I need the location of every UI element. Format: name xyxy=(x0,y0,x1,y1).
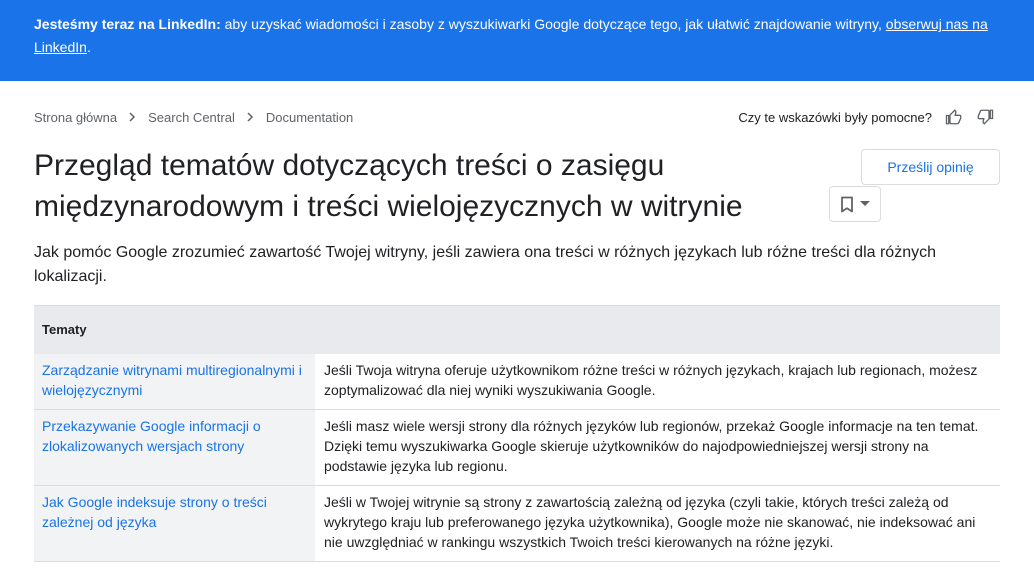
helpful-feedback: Czy te wskazówki były pomocne? xyxy=(738,106,994,128)
topic-description: Jeśli Twoja witryna oferuje użytkownikom… xyxy=(315,353,1000,410)
page-intro: Jak pomóc Google zrozumieć zawartość Two… xyxy=(34,244,936,285)
banner-end: . xyxy=(86,39,91,55)
thumb-up-icon[interactable] xyxy=(945,108,963,126)
breadcrumb-home[interactable]: Strona główna xyxy=(34,110,117,125)
breadcrumb-search-central[interactable]: Search Central xyxy=(148,110,235,125)
table-row: Zarządzanie witrynami multiregionalnymi … xyxy=(34,353,1000,410)
table-header: Tematy xyxy=(34,305,1000,354)
thumb-down-icon[interactable] xyxy=(976,108,994,126)
banner-text: aby uzyskać wiadomości i zasoby z wyszuk… xyxy=(220,16,886,32)
announcement-banner: Jesteśmy teraz na LinkedIn: aby uzyskać … xyxy=(0,0,1034,81)
topic-link[interactable]: Jak Google indeksuje strony o treści zal… xyxy=(42,494,267,530)
breadcrumb-documentation[interactable]: Documentation xyxy=(266,110,353,125)
helpful-question: Czy te wskazówki były pomocne? xyxy=(738,109,932,125)
table-row: Jak Google indeksuje strony o treści zal… xyxy=(34,485,1000,562)
breadcrumb: Strona główna Search Central Documentati… xyxy=(34,108,353,126)
topic-link[interactable]: Zarządzanie witrynami multiregionalnymi … xyxy=(42,362,302,398)
chevron-right-icon xyxy=(126,111,138,123)
topic-description: Jeśli masz wiele wersji strony dla różny… xyxy=(315,409,1000,486)
chevron-right-icon xyxy=(244,111,256,123)
bookmark-icon xyxy=(840,196,854,213)
banner-bold-text: Jesteśmy teraz na LinkedIn: xyxy=(34,16,221,32)
topics-table: Tematy Zarządzanie witrynami multiregion… xyxy=(34,305,1000,562)
page-title: Przegląd tematów dotyczących treści o za… xyxy=(34,149,743,223)
send-feedback-button[interactable]: Prześlij opinię xyxy=(861,149,1000,185)
arrow-drop-down-icon xyxy=(860,201,870,207)
table-row: Przekazywanie Google informacji o zlokal… xyxy=(34,409,1000,486)
bookmark-button[interactable] xyxy=(829,186,881,222)
topic-link[interactable]: Przekazywanie Google informacji o zlokal… xyxy=(42,418,261,454)
topic-description: Jeśli w Twojej witrynie są strony z zawa… xyxy=(315,485,1000,562)
